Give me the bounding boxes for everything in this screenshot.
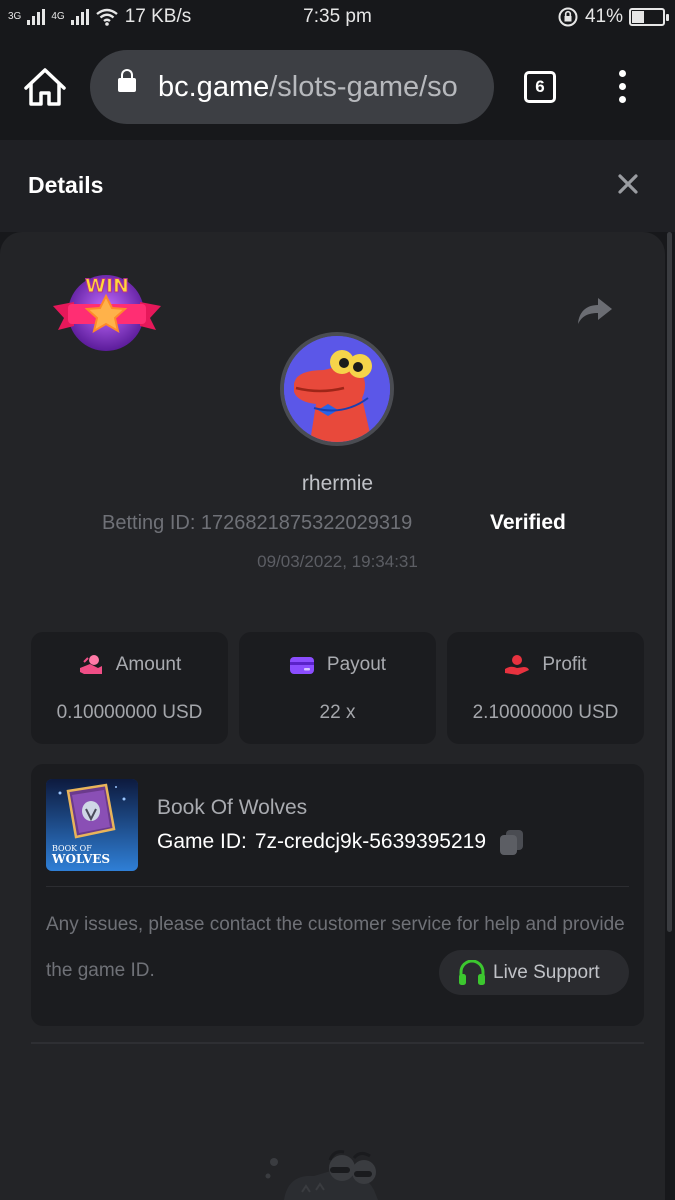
browser-menu-icon[interactable] xyxy=(614,70,630,106)
mascot-crocodile-icon xyxy=(265,1150,378,1200)
amount-label: Amount xyxy=(115,654,182,675)
game-thumbnail[interactable]: BOOK OF WOLVES xyxy=(46,779,138,871)
payout-stat: Payout 22 x xyxy=(239,632,436,744)
copy-icon[interactable] xyxy=(498,829,524,855)
close-icon[interactable] xyxy=(612,168,644,200)
divider xyxy=(46,886,629,887)
amount-stat: Amount 0.10000000 USD xyxy=(31,632,228,744)
win-badge-icon: WIN xyxy=(53,275,161,351)
verified-label[interactable]: Verified xyxy=(490,511,566,535)
profit-icon xyxy=(505,655,530,675)
game-id-label: Game ID: xyxy=(157,830,247,853)
game-id-row: Game ID: 7z-credcj9k-5639395219 xyxy=(157,829,524,855)
scrollbar[interactable] xyxy=(667,232,672,932)
battery-percent: 41% xyxy=(584,6,623,27)
profit-value: 2.10000000 USD xyxy=(472,702,619,723)
details-title: Details xyxy=(28,172,104,198)
game-name[interactable]: Book Of Wolves xyxy=(157,796,307,820)
status-right: 41% xyxy=(557,6,669,28)
details-header: Details xyxy=(0,140,675,232)
battery-fill xyxy=(632,11,644,23)
profit-label: Profit xyxy=(542,654,587,675)
payout-label-row: Payout xyxy=(239,654,436,676)
live-support-button[interactable]: Live Support xyxy=(439,950,629,995)
book-of-wolves-icon: BOOK OF WOLVES xyxy=(46,779,138,871)
rotation-lock-icon xyxy=(558,7,578,27)
home-icon[interactable] xyxy=(22,66,68,108)
profit-stat: Profit 2.10000000 USD xyxy=(447,632,644,744)
tab-switcher-button[interactable]: 6 xyxy=(524,71,556,103)
share-icon[interactable] xyxy=(576,294,614,326)
win-badge-text: WIN xyxy=(85,275,129,297)
lock-icon xyxy=(118,69,136,92)
crocodile-avatar-icon xyxy=(284,336,390,442)
headset-icon xyxy=(459,959,485,985)
live-support-label: Live Support xyxy=(493,961,600,983)
url-text[interactable]: bc.game/slots-game/so xyxy=(158,71,458,104)
url-domain: bc.game xyxy=(158,71,270,103)
address-bar[interactable]: bc.game/slots-game/so xyxy=(90,50,494,124)
profit-label-row: Profit xyxy=(447,654,644,676)
amount-label-row: Amount xyxy=(31,654,228,676)
payout-value: 22 x xyxy=(319,702,356,723)
bet-timestamp: 09/03/2022, 19:34:31 xyxy=(257,552,418,571)
status-bar: 3G 4G 17 KB/s 7:35 pm 41% xyxy=(0,0,675,36)
payout-icon xyxy=(289,657,314,674)
battery-icon xyxy=(629,8,669,26)
payout-label: Payout xyxy=(326,654,387,675)
browser-toolbar: bc.game/slots-game/so 6 xyxy=(0,36,675,140)
avatar xyxy=(280,332,394,446)
section-divider xyxy=(31,1042,644,1044)
url-path: /slots-game/so xyxy=(269,71,458,103)
amount-value: 0.10000000 USD xyxy=(56,702,203,723)
game-id-value: 7z-credcj9k-5639395219 xyxy=(254,830,487,853)
amount-icon xyxy=(79,655,102,674)
username: rhermie xyxy=(301,472,374,495)
betting-id: Betting ID: 1726821875322029319 xyxy=(102,512,413,534)
svg-text:WOLVES: WOLVES xyxy=(51,852,110,866)
